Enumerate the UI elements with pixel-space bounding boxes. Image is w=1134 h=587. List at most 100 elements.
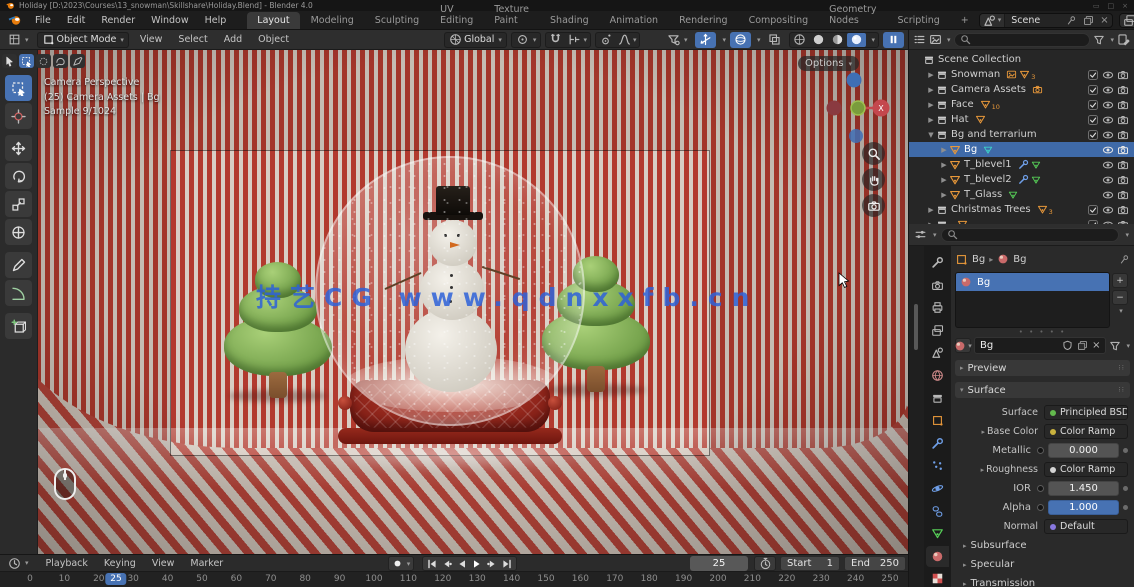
properties-tab-material[interactable] [926,546,949,567]
keyframe-decorator[interactable] [1123,448,1128,453]
shading-solid-button[interactable] [809,33,828,47]
shading-rendered-button[interactable] [847,33,866,47]
scene-browse-button[interactable]: ▾ [980,14,1006,27]
tab-animation[interactable]: Animation [600,12,668,29]
transport-jump-end[interactable] [500,557,514,570]
fake-user-shield-icon[interactable] [1062,340,1073,351]
use-preview-range-button[interactable] [754,556,776,571]
outliner-row-t-blevel2[interactable]: ▶T_blevel2 [909,172,1134,187]
menu-render[interactable]: Render [94,13,142,28]
hide-eye-icon[interactable] [1102,99,1114,111]
display-filter-dropdown[interactable]: ▾ [1125,231,1129,239]
remove-slot-button[interactable]: − [1112,290,1128,305]
exclude-checkbox-icon[interactable] [1087,99,1099,111]
hide-eye-icon[interactable] [1102,189,1114,201]
outliner-row-hat[interactable]: ▶Hat [909,112,1134,127]
frame-end-field[interactable]: End250 [844,556,906,571]
properties-tab-output[interactable] [926,297,949,318]
properties-search-input[interactable] [941,228,1120,242]
pan-button[interactable] [862,168,885,191]
maximize-icon[interactable]: □ [1108,2,1115,10]
breadcrumb-object[interactable]: Bg [972,254,985,265]
outliner-row-scene-collection[interactable]: Scene Collection [909,52,1134,67]
copy-icon[interactable] [1080,15,1097,26]
outliner-row-christmas-trees[interactable]: ▶Christmas Trees3 [909,202,1134,217]
properties-tab-physics[interactable] [926,478,949,499]
collapse-arrow-icon[interactable]: ▼ [926,131,936,139]
outliner-search-input[interactable] [954,33,1091,47]
shading-dropdown[interactable]: ▾ [866,33,878,47]
list-resize-grip[interactable]: • • • • • [955,328,1130,335]
camera-view-button[interactable] [862,194,885,217]
viewport-3d[interactable]: 持艺CG www.qdnxxfb.cn Camera Perspective (… [0,50,908,554]
properties-tab-modifiers[interactable] [926,433,949,454]
tool-transform[interactable] [5,219,32,245]
outliner-row-t-blevel1[interactable]: ▶T_blevel1 [909,157,1134,172]
exclude-checkbox-icon[interactable] [1087,69,1099,81]
property-field-ior[interactable]: 1.450 [1048,481,1119,496]
tool-move[interactable] [5,135,32,161]
tab-rendering[interactable]: Rendering [669,12,738,29]
surface-panel-header[interactable]: ▾Surface⁝⁝ [955,382,1130,398]
tab-uv-editing[interactable]: UV Editing [430,1,483,29]
properties-tab-render[interactable] [926,275,949,296]
timeline-menu-keying[interactable]: Keying [97,556,143,571]
select-mode-select-circle[interactable] [36,54,51,68]
outliner-row-item[interactable]: ▶ [909,217,1134,224]
filter-icon[interactable] [1093,34,1105,46]
expand-arrow-icon[interactable]: ▶ [926,116,936,124]
subpanel-transmission[interactable]: ▸Transmission [955,574,1130,587]
hide-eye-icon[interactable] [1102,129,1114,141]
editor-type-dropdown[interactable]: ▾ [933,231,937,239]
timeline-menu-view[interactable]: View [145,556,182,571]
expand-arrow-icon[interactable]: ▶ [926,86,936,94]
display-mode-icon[interactable] [929,33,942,46]
minimize-icon[interactable]: ▭ [1093,2,1100,10]
expand-arrow-icon[interactable]: ▶ [926,206,936,214]
overlays-toggle[interactable] [730,32,751,48]
outliner-row-snowman[interactable]: ▶Snowman3 [909,67,1134,82]
property-field-surface[interactable]: Principled BSDF [1044,405,1128,420]
vp-menu-object[interactable]: Object [251,32,296,47]
disable-render-camera-icon[interactable] [1117,114,1129,126]
hide-eye-icon[interactable] [1102,84,1114,96]
shading-material-button[interactable] [828,33,847,47]
zoom-button[interactable] [862,142,885,165]
properties-tab-object[interactable] [926,410,949,431]
xray-toggle[interactable] [764,32,785,48]
menu-window[interactable]: Window [144,13,195,28]
disable-render-camera-icon[interactable] [1117,129,1129,141]
display-mode-dropdown[interactable]: ▾ [947,36,951,44]
filter-dropdown[interactable]: ▾ [1110,36,1114,44]
shading-wireframe-button[interactable] [790,33,809,47]
select-mode-select-lasso[interactable] [53,54,68,68]
expand-arrow-icon[interactable]: ▶ [939,161,949,169]
transport-prev-key[interactable] [440,557,454,570]
select-mode-tweak[interactable] [2,54,17,68]
select-mode-select-paint[interactable] [70,54,85,68]
proportional-falloff-dropdown[interactable]: ▾ [615,33,640,47]
tool-scale[interactable] [5,191,32,217]
material-slot[interactable]: Bg [956,273,1109,291]
expand-arrow-icon[interactable]: ▶ [926,71,936,79]
outliner-row-t-glass[interactable]: ▶T_Glass [909,187,1134,202]
disable-render-camera-icon[interactable] [1117,204,1129,216]
tab-layout[interactable]: Layout [247,12,299,29]
hide-eye-icon[interactable] [1102,159,1114,171]
tab-modeling[interactable]: Modeling [301,12,364,29]
tool-measure[interactable] [5,280,32,306]
filter-icon[interactable] [1109,340,1121,352]
close-icon[interactable]: × [1122,2,1128,10]
view-layer-browse-button[interactable]: ▾ [1120,14,1134,27]
timeline-ruler[interactable]: 0102030405060708090100110120130140150160… [0,572,908,587]
tab-compositing[interactable]: Compositing [739,12,819,29]
add-slot-button[interactable]: + [1112,273,1128,288]
view-layer-selector[interactable]: ▾ ViewLayer × [1119,13,1134,28]
menu-help[interactable]: Help [198,13,234,28]
unlink-icon[interactable]: × [1092,340,1100,351]
pin-icon[interactable] [1119,254,1130,265]
outliner-row-camera-assets[interactable]: ▶Camera Assets [909,82,1134,97]
disable-render-camera-icon[interactable] [1117,174,1129,186]
copy-icon[interactable] [1077,340,1088,351]
properties-tab-constraints[interactable] [926,501,949,522]
